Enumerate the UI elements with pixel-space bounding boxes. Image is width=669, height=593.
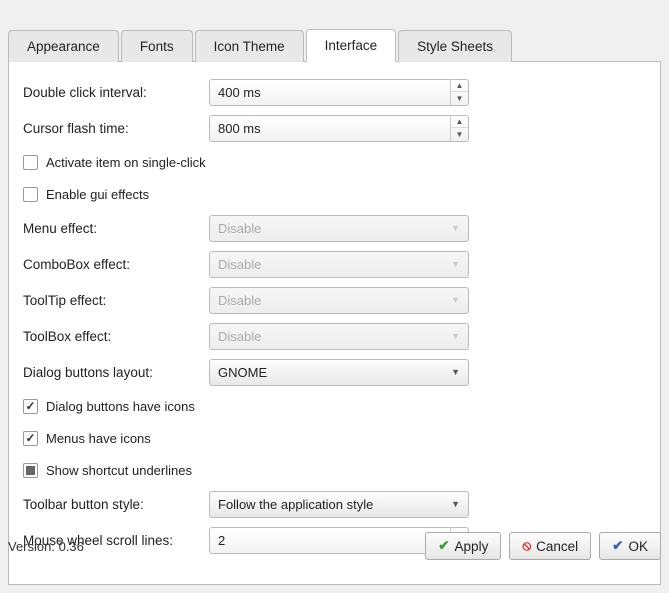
cursor-flash-label: Cursor flash time: [23, 121, 209, 136]
enable-gui-effects-checkbox[interactable] [23, 187, 38, 202]
ok-button[interactable]: ✔ OK [599, 532, 661, 560]
dialog-buttons-icons-label: Dialog buttons have icons [46, 399, 195, 414]
spin-up-icon[interactable]: ▲ [451, 115, 468, 128]
combobox-effect-combo: Disable ▼ [209, 251, 469, 278]
tab-appearance[interactable]: Appearance [8, 30, 119, 62]
menu-effect-label: Menu effect: [23, 221, 209, 236]
double-click-interval-input[interactable]: 400 ms ▲ ▼ [209, 79, 469, 106]
toolbar-style-label: Toolbar button style: [23, 497, 209, 512]
chevron-down-icon: ▼ [451, 367, 460, 377]
ok-icon: ✔ [612, 538, 623, 554]
menu-effect-combo: Disable ▼ [209, 215, 469, 242]
chevron-down-icon: ▼ [451, 499, 460, 509]
chevron-down-icon: ▼ [451, 259, 460, 269]
tooltip-effect-label: ToolTip effect: [23, 293, 209, 308]
toolbox-effect-label: ToolBox effect: [23, 329, 209, 344]
menus-have-icons-checkbox[interactable] [23, 431, 38, 446]
enable-gui-effects-label: Enable gui effects [46, 187, 149, 202]
spin-down-icon[interactable]: ▼ [451, 128, 468, 141]
menus-have-icons-label: Menus have icons [46, 431, 151, 446]
show-shortcut-underlines-checkbox[interactable] [23, 463, 38, 478]
tab-icon-theme[interactable]: Icon Theme [195, 30, 304, 62]
cancel-icon: ⦸ [522, 538, 531, 554]
tab-fonts[interactable]: Fonts [121, 30, 193, 62]
tab-style-sheets[interactable]: Style Sheets [398, 30, 512, 62]
dialog-layout-label: Dialog buttons layout: [23, 365, 209, 380]
spin-up-icon[interactable]: ▲ [451, 79, 468, 92]
tooltip-effect-combo: Disable ▼ [209, 287, 469, 314]
chevron-down-icon: ▼ [451, 331, 460, 341]
activate-single-click-label: Activate item on single-click [46, 155, 206, 170]
interface-panel: Double click interval: 400 ms ▲ ▼ Cursor… [8, 61, 661, 585]
dialog-layout-combo[interactable]: GNOME ▼ [209, 359, 469, 386]
toolbar-style-combo[interactable]: Follow the application style ▼ [209, 491, 469, 518]
apply-button[interactable]: ✔ Apply [425, 532, 501, 560]
show-shortcut-underlines-label: Show shortcut underlines [46, 463, 192, 478]
cursor-flash-time-input[interactable]: 800 ms ▲ ▼ [209, 115, 469, 142]
dialog-buttons-icons-checkbox[interactable] [23, 399, 38, 414]
chevron-down-icon: ▼ [451, 223, 460, 233]
cancel-button[interactable]: ⦸ Cancel [509, 532, 591, 560]
combobox-effect-label: ComboBox effect: [23, 257, 209, 272]
double-click-label: Double click interval: [23, 85, 209, 100]
spin-down-icon[interactable]: ▼ [451, 92, 468, 105]
activate-single-click-checkbox[interactable] [23, 155, 38, 170]
tab-bar: Appearance Fonts Icon Theme Interface St… [8, 28, 661, 61]
chevron-down-icon: ▼ [451, 295, 460, 305]
toolbox-effect-combo: Disable ▼ [209, 323, 469, 350]
tab-interface[interactable]: Interface [306, 29, 397, 62]
version-label: Version: 0.36 [8, 539, 417, 554]
check-icon: ✔ [438, 538, 449, 554]
footer-bar: Version: 0.36 ✔ Apply ⦸ Cancel ✔ OK [8, 532, 661, 560]
